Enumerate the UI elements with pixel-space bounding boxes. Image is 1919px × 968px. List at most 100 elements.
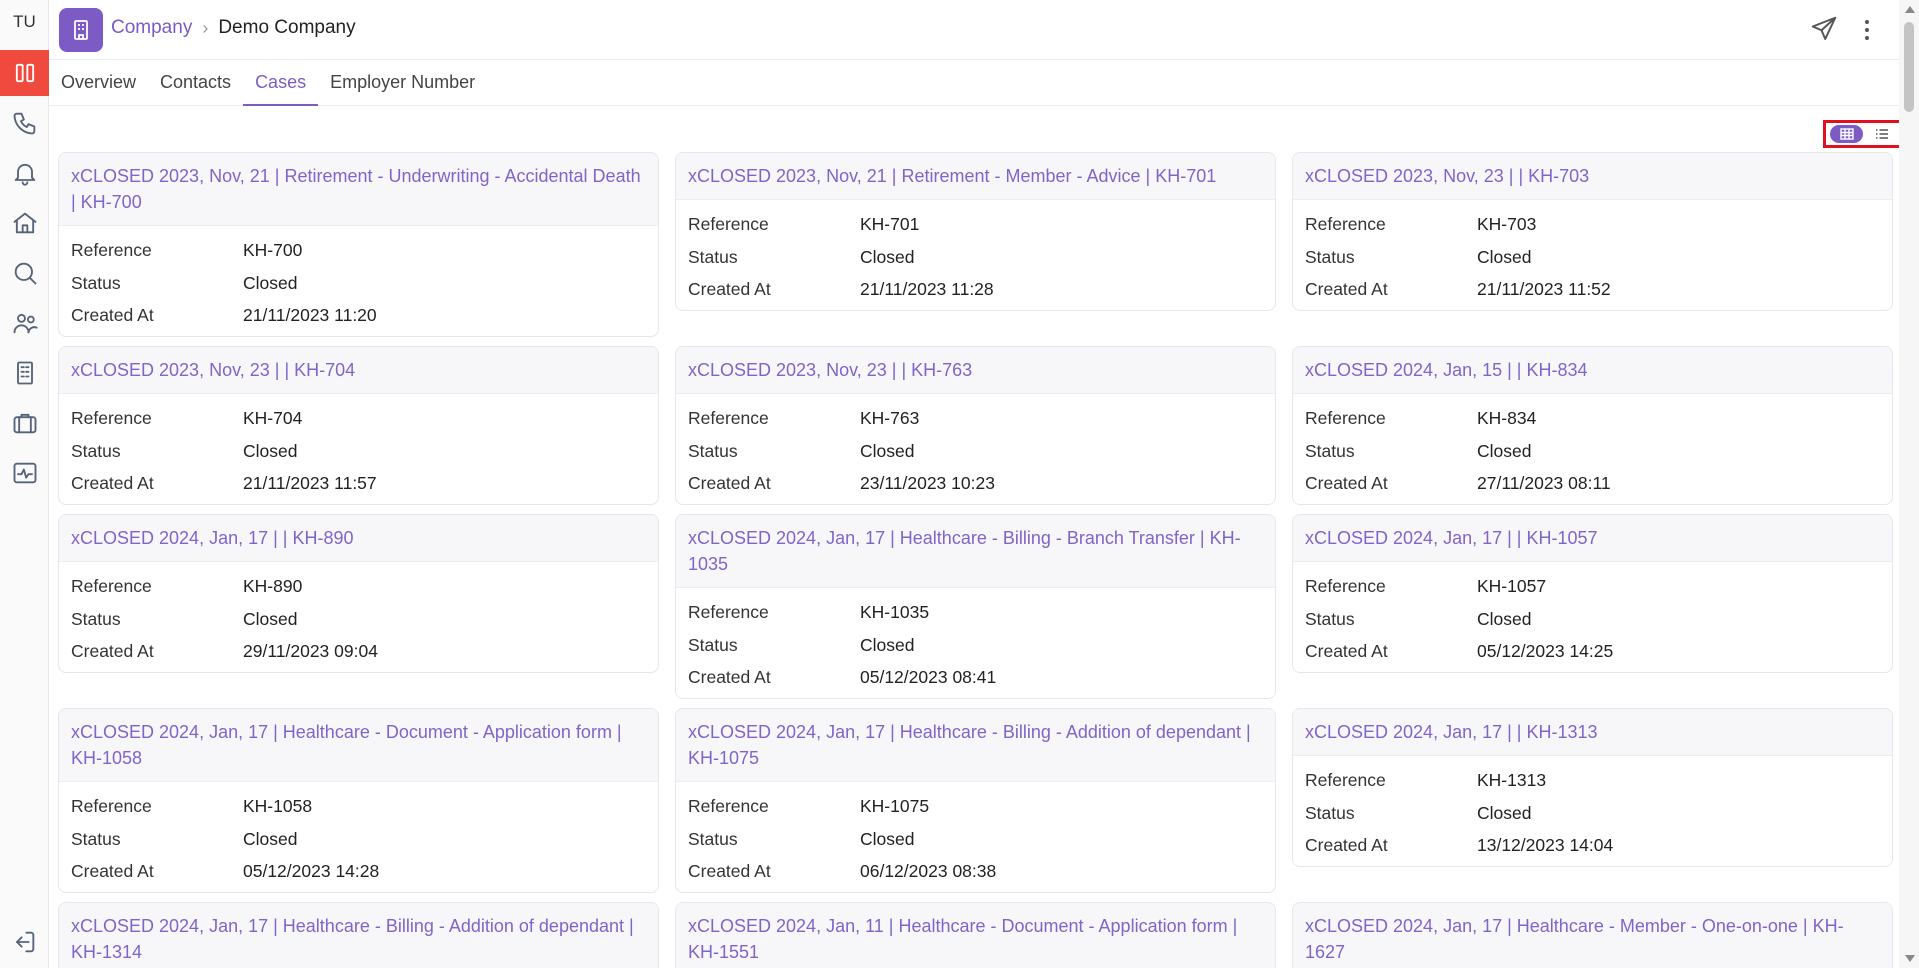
- case-status: Closed: [243, 441, 298, 461]
- case-created-at: 21/11/2023 11:52: [1477, 278, 1611, 299]
- case-card[interactable]: xCLOSED 2024, Jan, 17 | Healthcare - Bil…: [58, 902, 659, 968]
- case-title-link[interactable]: xCLOSED 2023, Nov, 23 | | KH-703: [1293, 153, 1892, 200]
- field-label: Reference: [688, 796, 769, 816]
- user-avatar[interactable]: TU: [0, 12, 49, 32]
- field-label: Created At: [71, 640, 154, 661]
- search-icon[interactable]: [0, 250, 49, 296]
- case-reference: KH-763: [860, 408, 920, 428]
- case-title-link[interactable]: xCLOSED 2024, Jan, 11 | Healthcare - Doc…: [676, 903, 1275, 968]
- case-reference: KH-1035: [860, 602, 930, 622]
- sign-out-icon[interactable]: [10, 928, 40, 956]
- chevron-right-icon: ›: [202, 17, 209, 38]
- field-label: Created At: [688, 666, 771, 687]
- building-icon[interactable]: [0, 350, 49, 396]
- case-card[interactable]: xCLOSED 2024, Jan, 15 | | KH-834 Referen…: [1292, 346, 1893, 505]
- more-options-icon[interactable]: [1857, 14, 1877, 46]
- case-card[interactable]: xCLOSED 2024, Jan, 17 | Healthcare - Bil…: [675, 708, 1276, 893]
- case-status: Closed: [243, 273, 298, 293]
- phone-icon[interactable]: [0, 100, 49, 146]
- case-title-link[interactable]: xCLOSED 2024, Jan, 17 | | KH-1057: [1293, 515, 1892, 562]
- list-icon: [1875, 129, 1888, 139]
- case-reference: KH-704: [243, 408, 303, 428]
- case-card[interactable]: xCLOSED 2024, Jan, 17 | Healthcare - Mem…: [1292, 902, 1893, 968]
- send-icon[interactable]: [1809, 14, 1839, 44]
- field-label: Status: [71, 829, 121, 849]
- case-title-link[interactable]: xCLOSED 2024, Jan, 17 | Healthcare - Bil…: [676, 515, 1275, 588]
- case-card[interactable]: xCLOSED 2024, Jan, 17 | Healthcare - Doc…: [58, 708, 659, 893]
- view-toggle: [1823, 120, 1907, 148]
- tab-contacts[interactable]: Contacts: [148, 60, 243, 106]
- case-card[interactable]: xCLOSED 2024, Jan, 17 | | KH-1313 Refere…: [1292, 708, 1893, 867]
- scroll-thumb[interactable]: [1904, 22, 1914, 112]
- case-card[interactable]: xCLOSED 2023, Nov, 23 | | KH-703 Referen…: [1292, 152, 1893, 311]
- case-title-link[interactable]: xCLOSED 2024, Jan, 17 | Healthcare - Doc…: [59, 709, 658, 782]
- field-label: Created At: [688, 860, 771, 881]
- activity-icon[interactable]: [0, 450, 49, 496]
- case-status: Closed: [1477, 803, 1532, 823]
- users-icon[interactable]: [0, 300, 49, 346]
- field-label: Status: [688, 635, 738, 655]
- tab-overview[interactable]: Overview: [49, 60, 148, 106]
- field-label: Created At: [1305, 834, 1388, 855]
- scroll-up-icon[interactable]: [1905, 6, 1915, 13]
- field-label: Created At: [688, 472, 771, 493]
- case-card[interactable]: xCLOSED 2023, Nov, 23 | | KH-763 Referen…: [675, 346, 1276, 505]
- case-status: Closed: [243, 609, 298, 629]
- tab-employer-number[interactable]: Employer Number: [318, 60, 487, 106]
- case-reference: KH-1075: [860, 796, 930, 816]
- case-title-link[interactable]: xCLOSED 2024, Jan, 17 | | KH-890: [59, 515, 658, 562]
- case-created-at: 13/12/2023 14:04: [1477, 834, 1614, 855]
- case-created-at: 23/11/2023 10:23: [860, 472, 995, 493]
- case-card[interactable]: xCLOSED 2024, Jan, 17 | Healthcare - Bil…: [675, 514, 1276, 699]
- breadcrumb-company-link[interactable]: Company: [111, 17, 192, 39]
- case-title-link[interactable]: xCLOSED 2024, Jan, 17 | Healthcare - Bil…: [676, 709, 1275, 782]
- page-header: Company › Demo Company: [49, 0, 1899, 60]
- field-label: Status: [1305, 803, 1355, 823]
- field-label: Status: [1305, 441, 1355, 461]
- case-card[interactable]: xCLOSED 2023, Nov, 21 | Retirement - Mem…: [675, 152, 1276, 311]
- field-label: Created At: [688, 278, 771, 299]
- case-reference: KH-1057: [1477, 576, 1547, 596]
- case-card[interactable]: xCLOSED 2024, Jan, 11 | Healthcare - Doc…: [675, 902, 1276, 968]
- field-label: Reference: [1305, 214, 1386, 234]
- grid-icon: [1839, 128, 1854, 140]
- case-reference: KH-890: [243, 576, 303, 596]
- field-label: Reference: [1305, 770, 1386, 790]
- field-label: Created At: [71, 860, 154, 881]
- case-card[interactable]: xCLOSED 2024, Jan, 17 | | KH-1057 Refere…: [1292, 514, 1893, 673]
- field-label: Status: [71, 273, 121, 293]
- case-created-at: 06/12/2023 08:38: [860, 860, 997, 881]
- field-label: Reference: [688, 214, 769, 234]
- grid-view-button[interactable]: [1830, 125, 1863, 143]
- case-card[interactable]: xCLOSED 2023, Nov, 23 | | KH-704 Referen…: [58, 346, 659, 505]
- home-icon[interactable]: [0, 200, 49, 246]
- case-title-link[interactable]: xCLOSED 2023, Nov, 23 | | KH-763: [676, 347, 1275, 394]
- case-card[interactable]: xCLOSED 2023, Nov, 21 | Retirement - Und…: [58, 152, 659, 337]
- bell-icon[interactable]: [0, 150, 49, 196]
- case-title-link[interactable]: xCLOSED 2023, Nov, 21 | Retirement - Mem…: [676, 153, 1275, 200]
- case-reference: KH-1313: [1477, 770, 1547, 790]
- field-label: Created At: [1305, 278, 1388, 299]
- breadcrumb-current: Demo Company: [218, 17, 356, 38]
- columns-icon[interactable]: [0, 50, 49, 96]
- case-title-link[interactable]: xCLOSED 2023, Nov, 21 | Retirement - Und…: [59, 153, 658, 226]
- scroll-down-icon[interactable]: [1905, 955, 1915, 962]
- briefcase-icon[interactable]: [0, 400, 49, 446]
- field-label: Created At: [71, 304, 154, 325]
- case-title-link[interactable]: xCLOSED 2024, Jan, 17 | Healthcare - Bil…: [59, 903, 658, 968]
- case-status: Closed: [860, 441, 915, 461]
- tab-cases[interactable]: Cases: [243, 60, 319, 106]
- breadcrumb: Company › Demo Company: [111, 17, 356, 39]
- case-status: Closed: [243, 829, 298, 849]
- case-title-link[interactable]: xCLOSED 2024, Jan, 17 | | KH-1313: [1293, 709, 1892, 756]
- case-card[interactable]: xCLOSED 2024, Jan, 17 | | KH-890 Referen…: [58, 514, 659, 673]
- list-view-button[interactable]: [1865, 125, 1898, 143]
- case-title-link[interactable]: xCLOSED 2024, Jan, 15 | | KH-834: [1293, 347, 1892, 394]
- field-label: Reference: [1305, 576, 1386, 596]
- case-status: Closed: [860, 247, 915, 267]
- case-title-link[interactable]: xCLOSED 2024, Jan, 17 | Healthcare - Mem…: [1293, 903, 1892, 968]
- field-label: Reference: [688, 602, 769, 622]
- page-scrollbar[interactable]: [1899, 0, 1919, 968]
- case-status: Closed: [1477, 609, 1532, 629]
- case-title-link[interactable]: xCLOSED 2023, Nov, 23 | | KH-704: [59, 347, 658, 394]
